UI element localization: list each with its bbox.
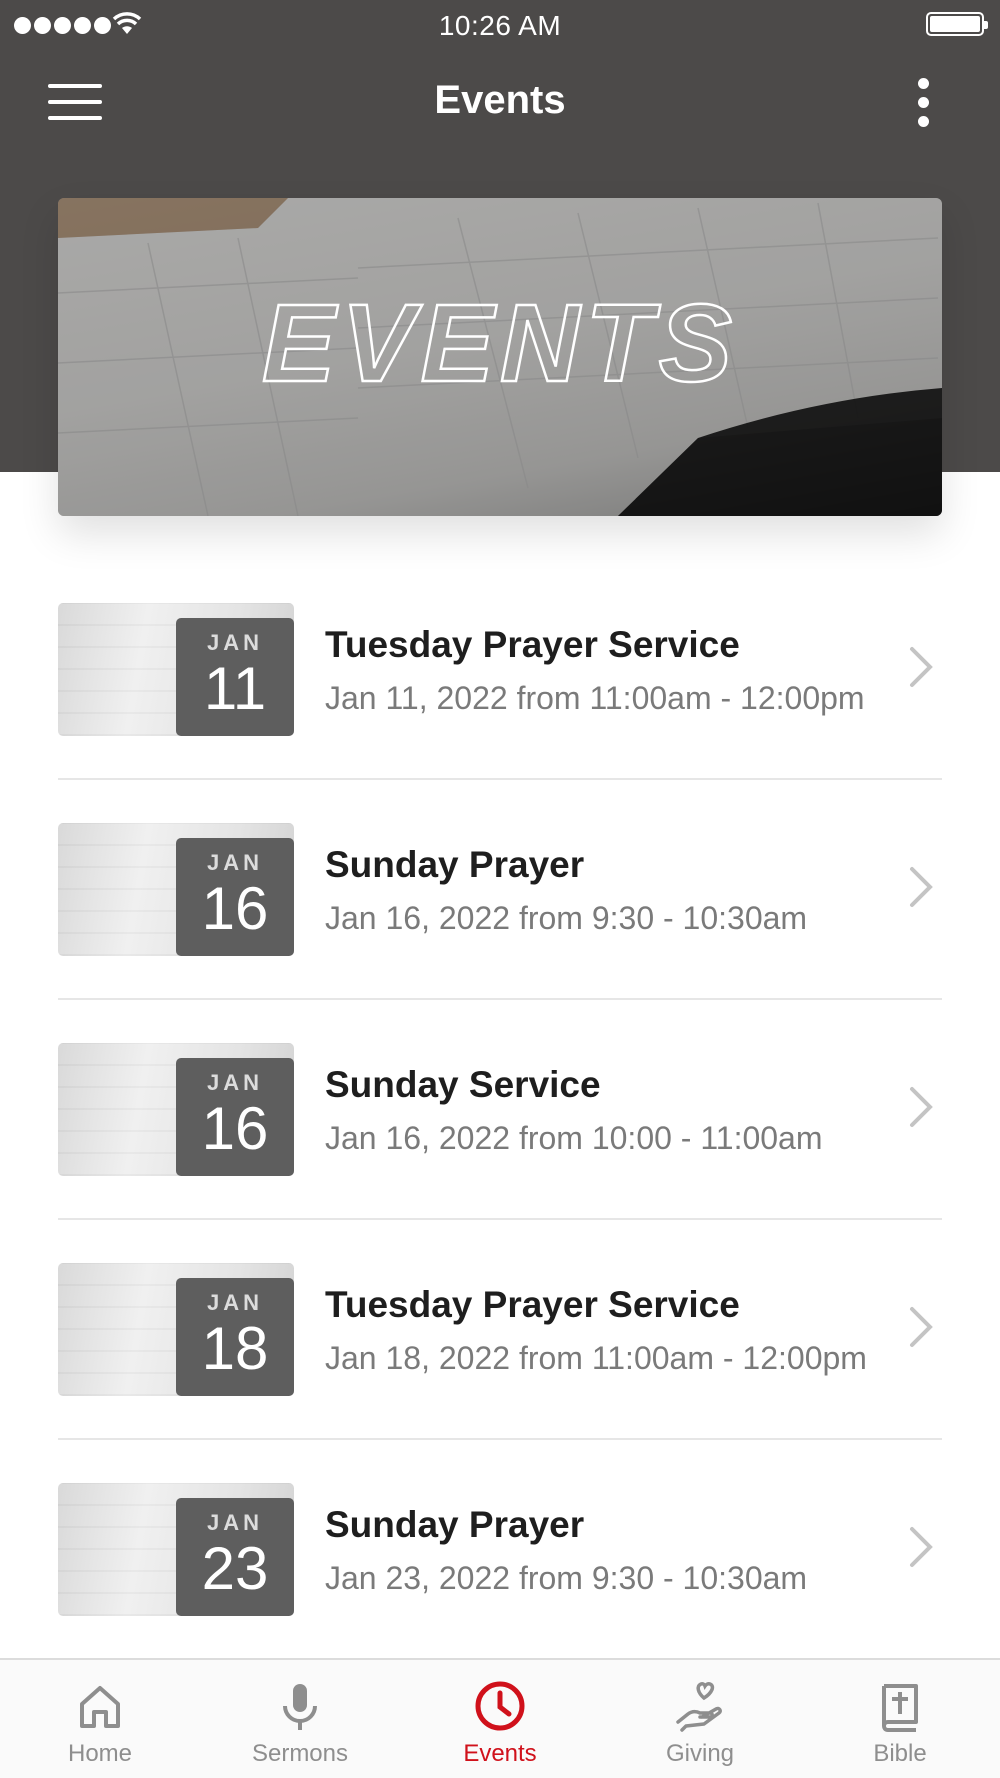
date-month: JAN [206,1070,263,1095]
chevron-right-icon [910,1527,933,1567]
event-title: Sunday Service [325,1064,601,1105]
event-title: Tuesday Prayer Service [325,1284,740,1325]
status-bar: 10:26 AM [0,0,1000,50]
event-time: Jan 18, 2022 from 11:00am - 12:00pm [325,1340,867,1376]
tab-giving[interactable]: Giving [600,1660,800,1778]
event-time: Jan 16, 2022 from 9:30 - 10:30am [325,900,808,936]
chevron-right-icon [910,867,933,907]
event-time: Jan 16, 2022 from 10:00 - 11:00am [325,1120,823,1156]
navigation-bar: Events [0,60,1000,145]
tab-home[interactable]: Home [0,1660,200,1778]
giving-hand-heart-icon [676,1682,722,1732]
date-month: JAN [206,1510,263,1535]
tab-events[interactable]: Events [400,1660,600,1778]
date-day: 16 [201,1095,269,1162]
tab-label: Events [463,1740,537,1767]
tab-label: Sermons [251,1740,349,1767]
microphone-icon [283,1684,317,1730]
battery-icon [926,12,988,36]
svg-text:EVENTS: EVENTS [262,282,738,405]
event-title: Sunday Prayer [325,1504,585,1545]
date-month: JAN [206,850,263,875]
tab-bar: Home Sermons Events Giving Bible [0,1658,1000,1778]
clock-icon [475,1681,525,1731]
date-day: 23 [201,1535,269,1602]
date-day: 18 [201,1315,269,1382]
event-time: Jan 11, 2022 from 11:00am - 12:00pm [325,680,865,716]
event-time: Jan 23, 2022 from 9:30 - 10:30am [325,1560,808,1596]
banner-title: EVENTS [261,281,738,407]
tab-label: Home [67,1740,133,1767]
event-row[interactable]: JAN 11 Tuesday Prayer Service Jan 11, 20… [58,598,942,818]
tab-sermons[interactable]: Sermons [200,1660,400,1778]
chevron-right-icon [910,1307,933,1347]
date-badge: JAN 16 [176,1058,294,1176]
status-time: 10:26 AM [438,10,562,41]
chevron-right-icon [910,1087,933,1127]
home-icon [80,1686,120,1728]
event-row[interactable]: JAN 16 Sunday Service Jan 16, 2022 from … [58,1038,942,1258]
event-title: Sunday Prayer [325,844,585,885]
date-month: JAN [206,630,263,655]
tab-label: Bible [873,1740,927,1767]
date-badge: JAN 18 [176,1278,294,1396]
date-badge: JAN 11 [176,618,294,736]
events-banner: EVENTS [58,198,942,516]
tab-bible[interactable]: Bible [800,1660,1000,1778]
event-row[interactable]: JAN 18 Tuesday Prayer Service Jan 18, 20… [58,1258,942,1478]
date-month: JAN [206,1290,263,1315]
date-day: 11 [203,655,267,722]
page-title: Events [434,78,566,122]
bible-icon [882,1684,918,1732]
event-list: JAN 11 Tuesday Prayer Service Jan 11, 20… [58,598,942,1698]
date-day: 16 [201,875,269,942]
date-badge: JAN 16 [176,838,294,956]
event-title: Tuesday Prayer Service [325,624,740,665]
chevron-right-icon [910,647,933,687]
date-badge: JAN 23 [176,1498,294,1616]
event-row[interactable]: JAN 16 Sunday Prayer Jan 16, 2022 from 9… [58,818,942,1038]
more-options-icon[interactable] [904,76,944,132]
tab-label: Giving [665,1740,735,1767]
